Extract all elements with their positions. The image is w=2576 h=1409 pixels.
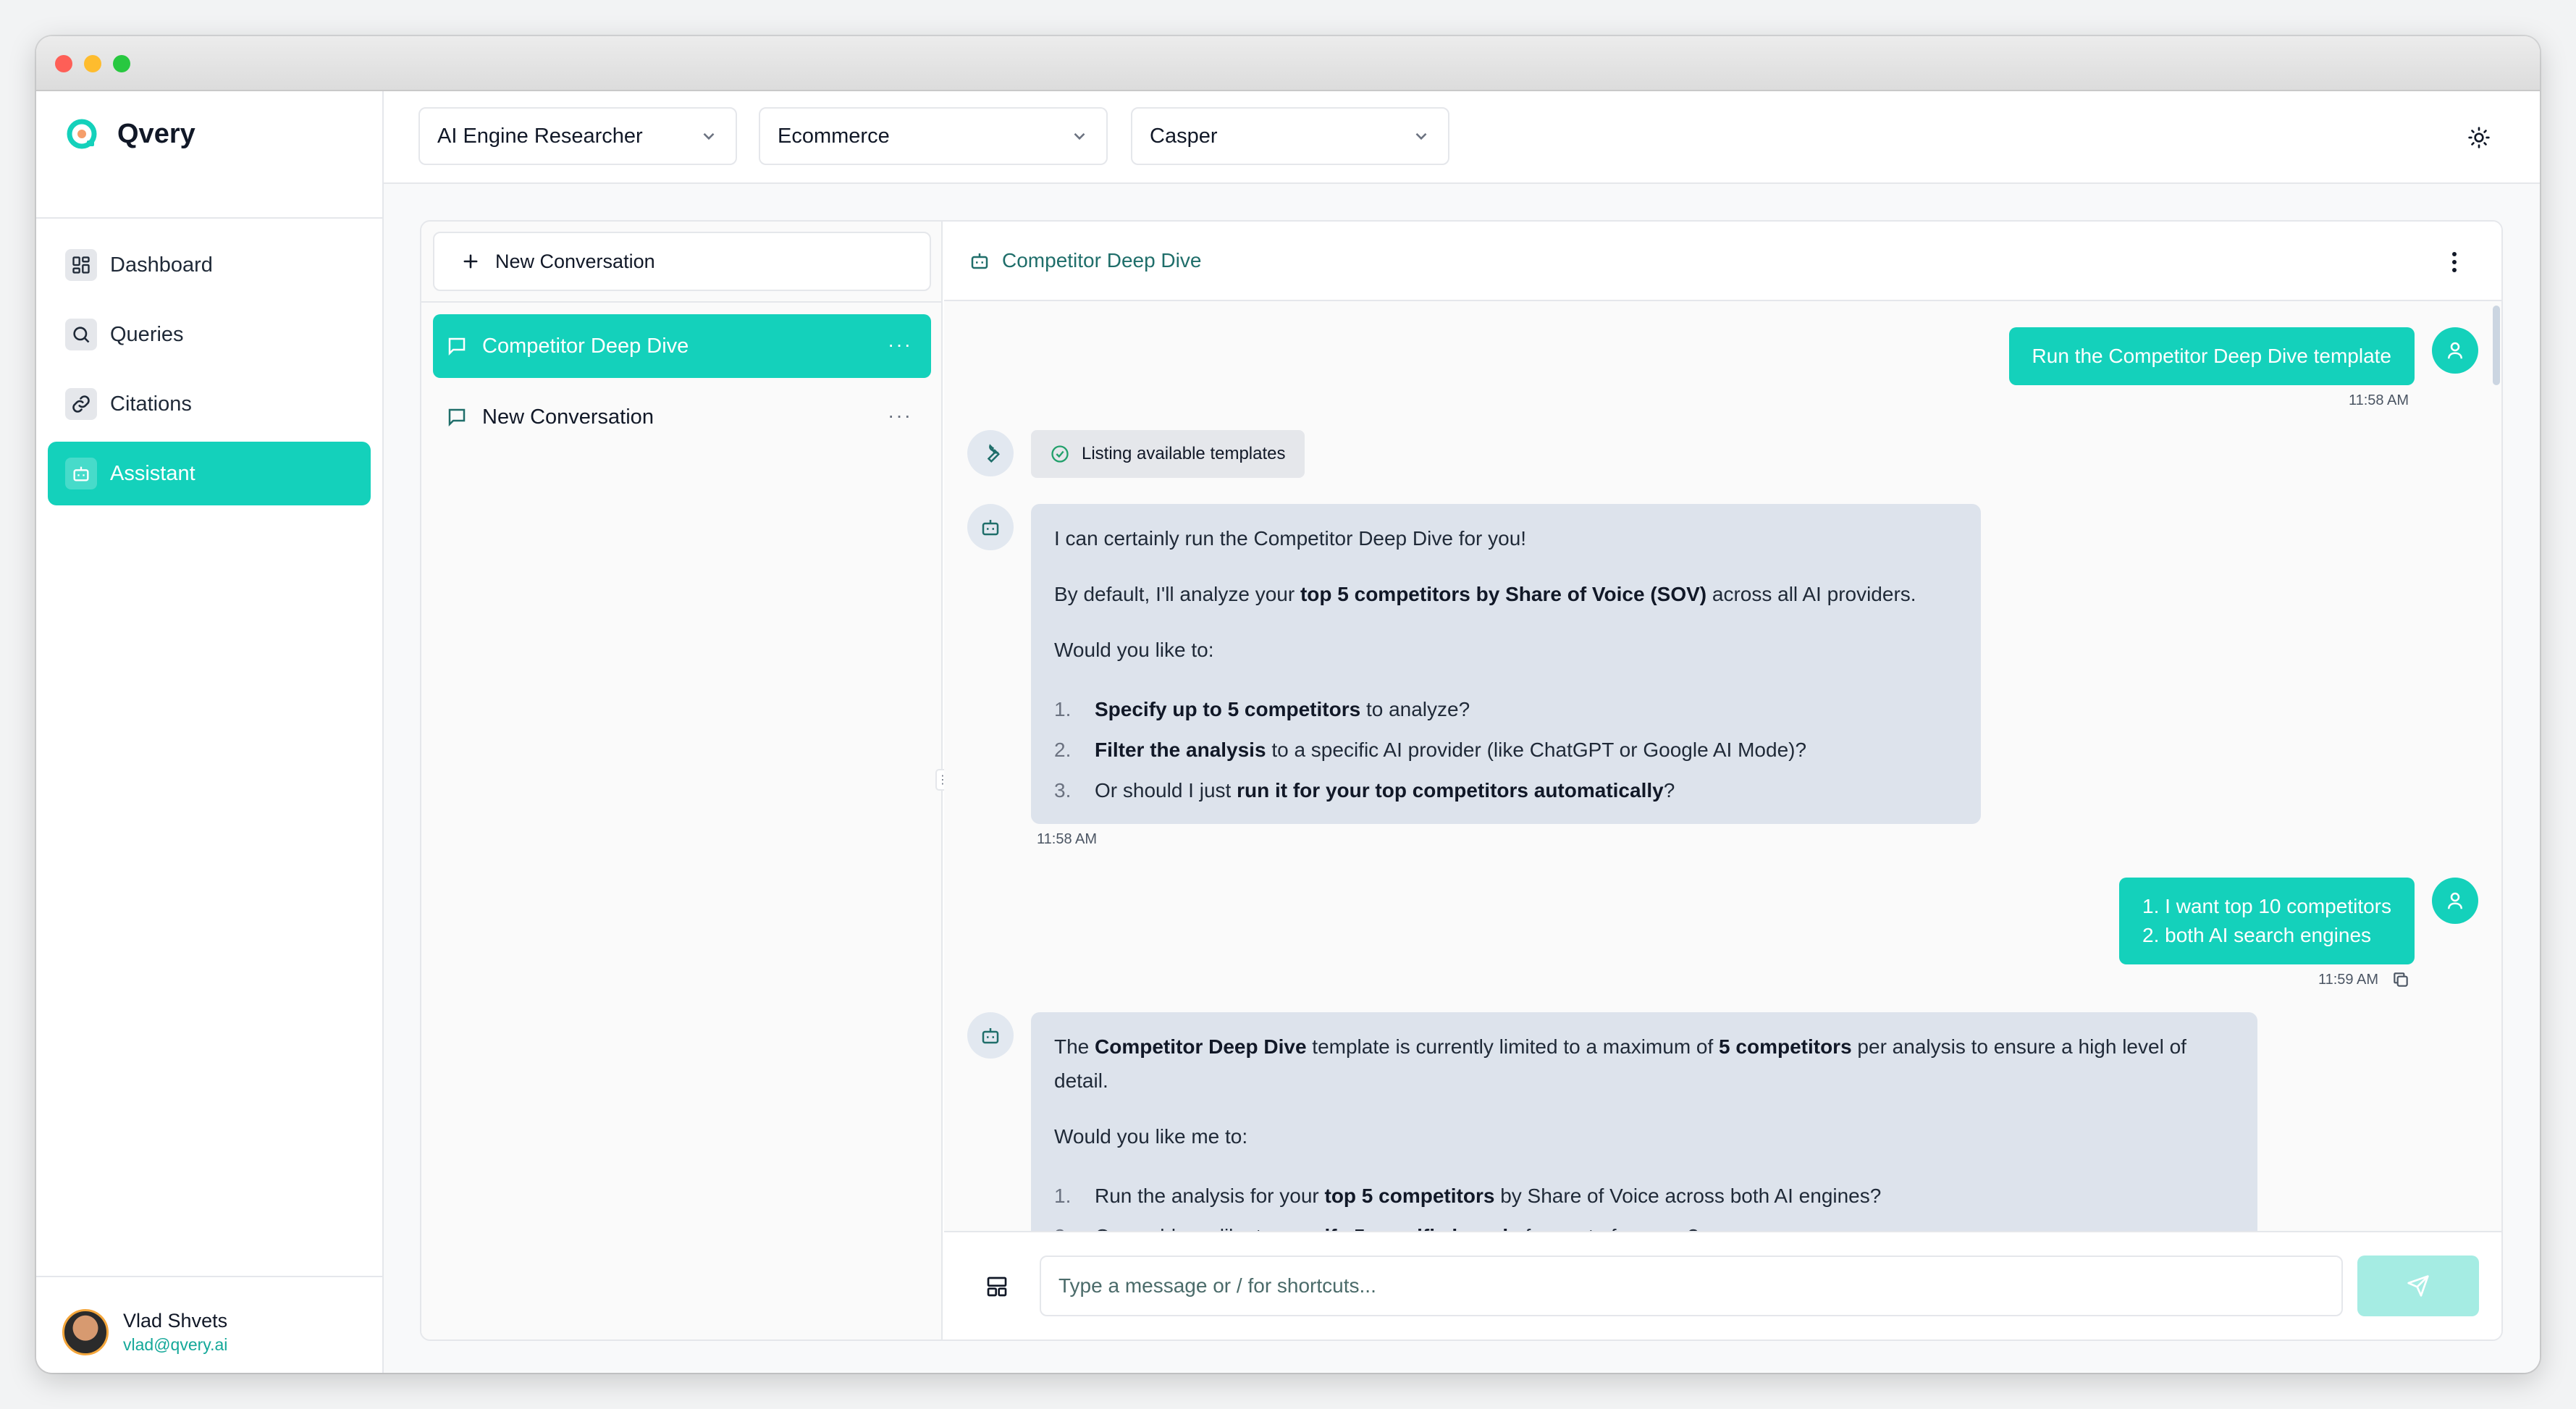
message-timestamp: 11:58 AM	[1037, 831, 1098, 847]
top-bar: AI Engine Researcher Ecommerce Casper	[384, 91, 2540, 184]
close-window-button[interactable]	[55, 55, 72, 72]
sidebar-item-label: Citations	[110, 392, 192, 416]
app-window: Qvery Dashboard Queries Citations Assist…	[36, 36, 2540, 1373]
dashboard-icon	[65, 249, 97, 281]
options-list: 1. Specify up to 5 competitors to analyze…	[1054, 689, 1958, 810]
tool-status-chip[interactable]: Listing available templates	[1031, 430, 1305, 478]
new-conversation-button[interactable]: New Conversation	[433, 232, 931, 291]
conversation-title: Competitor Deep Dive	[482, 334, 689, 358]
send-button[interactable]	[2357, 1256, 2479, 1316]
user-profile[interactable]: Vlad Shvets vlad@qvery.ai	[62, 1309, 227, 1355]
assistant-message-bubble: I can certainly run the Competitor Deep …	[1031, 504, 1981, 824]
sidebar-item-queries[interactable]: Queries	[48, 303, 371, 366]
sidebar-item-label: Assistant	[110, 461, 195, 485]
avatar	[62, 1309, 109, 1355]
conversation-title: New Conversation	[482, 405, 654, 429]
agent-select-value: AI Engine Researcher	[437, 124, 643, 148]
bot-icon	[65, 458, 97, 489]
user-message-line: 1. I want top 10 competitors	[2142, 895, 2391, 917]
maximize-window-button[interactable]	[113, 55, 130, 72]
bot-avatar-icon	[967, 1012, 1014, 1059]
divider	[421, 301, 941, 303]
title-bar	[36, 36, 2540, 91]
user-message-bubble: Run the Competitor Deep Dive template	[2008, 327, 2415, 385]
brand[interactable]: Qvery	[65, 117, 195, 151]
list-item: 3. Or should I just run it for your top c…	[1054, 778, 1675, 802]
sidebar-item-label: Dashboard	[110, 253, 213, 277]
more-horizontal-icon[interactable]: ···	[888, 404, 912, 427]
user-name: Vlad Shvets	[123, 1310, 228, 1332]
agent-select[interactable]: AI Engine Researcher	[418, 107, 737, 165]
sidebar-item-assistant[interactable]: Assistant	[48, 442, 371, 505]
message-list[interactable]: Run the Competitor Deep Dive template 11…	[944, 303, 2501, 1231]
user-message-bubble: 1. I want top 10 competitors 2. both AI …	[2119, 878, 2415, 964]
main-content: New Conversation Competitor Deep Dive ··…	[384, 184, 2540, 1373]
brand-select[interactable]: Casper	[1131, 107, 1449, 165]
assistant-card: New Conversation Competitor Deep Dive ··…	[420, 220, 2503, 1341]
list-item: 2. Filter the analysis to a specific AI p…	[1054, 738, 1807, 761]
qvery-logo-icon	[67, 119, 97, 149]
list-item: 2.Or would you like to specify 5 specifi…	[1054, 1216, 2234, 1232]
bot-avatar-icon	[967, 504, 1014, 550]
message-input[interactable]	[1040, 1256, 2343, 1316]
search-icon	[65, 319, 97, 350]
scrollbar[interactable]	[2493, 306, 2500, 385]
bot-icon	[971, 253, 988, 269]
user-avatar-icon	[2432, 878, 2478, 924]
check-circle-icon	[1051, 445, 1069, 463]
chevron-down-icon	[1074, 133, 1085, 140]
category-select-value: Ecommerce	[778, 124, 890, 148]
chat-header: Competitor Deep Dive	[944, 222, 2501, 301]
divider	[36, 1276, 382, 1277]
message-paragraph: By default, I'll analyze your top 5 comp…	[1054, 583, 1916, 605]
more-vertical-icon[interactable]	[2444, 248, 2465, 277]
theme-toggle-button[interactable]	[2462, 120, 2496, 155]
message-square-icon	[448, 408, 466, 427]
assistant-message-bubble: The Competitor Deep Dive template is cur…	[1031, 1012, 2257, 1231]
message-timestamp: 11:59 AM	[2318, 972, 2378, 988]
options-list: 1. Run the analysis for your top 5 compet…	[1054, 1175, 2234, 1232]
plus-icon	[463, 254, 478, 269]
message-square-icon	[448, 337, 466, 356]
layout-template-icon	[987, 1276, 1007, 1297]
message-paragraph: Would you like to:	[1054, 639, 1214, 661]
user-email: vlad@qvery.ai	[123, 1335, 228, 1354]
copy-icon[interactable]	[2391, 970, 2410, 989]
more-horizontal-icon[interactable]: ···	[888, 333, 912, 356]
chat-panel: Competitor Deep Dive Run the Competitor …	[944, 222, 2501, 1339]
message-composer	[944, 1231, 2501, 1339]
sidebar-item-label: Queries	[110, 322, 184, 346]
chat-title: Competitor Deep Dive	[1002, 249, 1202, 272]
category-select[interactable]: Ecommerce	[759, 107, 1108, 165]
sidebar: Qvery Dashboard Queries Citations Assist…	[36, 91, 384, 1373]
new-conversation-label: New Conversation	[495, 250, 655, 272]
tool-status-text: Listing available templates	[1082, 444, 1286, 463]
user-message-line: 2. both AI search engines	[2142, 924, 2372, 946]
list-item: 1. Run the analysis for your top 5 compet…	[1054, 1184, 1882, 1207]
link-icon	[65, 388, 97, 420]
send-icon	[2407, 1275, 2429, 1297]
conversation-item[interactable]: New Conversation ···	[433, 385, 931, 449]
brand-select-value: Casper	[1150, 124, 1218, 148]
chevron-down-icon	[1415, 133, 1427, 140]
conversation-list-panel: New Conversation Competitor Deep Dive ··…	[421, 222, 950, 1339]
divider	[36, 217, 382, 219]
sidebar-item-dashboard[interactable]: Dashboard	[48, 233, 371, 297]
list-item: 1. Specify up to 5 competitors to analyze…	[1054, 697, 1470, 720]
user-avatar-icon	[2432, 327, 2478, 374]
templates-button[interactable]	[980, 1270, 1014, 1303]
sun-icon	[2468, 127, 2490, 148]
message-paragraph: I can certainly run the Competitor Deep …	[1054, 527, 1527, 550]
message-paragraph: Would you like me to:	[1054, 1125, 1248, 1148]
conversation-item[interactable]: Competitor Deep Dive ···	[433, 314, 931, 378]
minimize-window-button[interactable]	[84, 55, 101, 72]
app-name: Qvery	[117, 118, 195, 149]
sidebar-item-citations[interactable]: Citations	[48, 372, 371, 436]
message-timestamp: 11:58 AM	[2348, 392, 2409, 408]
sidebar-nav: Dashboard Queries Citations Assistant	[48, 233, 371, 511]
chevron-down-icon	[703, 133, 715, 140]
user-message-text: Run the Competitor Deep Dive template	[2032, 345, 2391, 367]
wrench-icon	[967, 430, 1014, 476]
message-paragraph: The Competitor Deep Dive template is cur…	[1054, 1035, 2186, 1092]
